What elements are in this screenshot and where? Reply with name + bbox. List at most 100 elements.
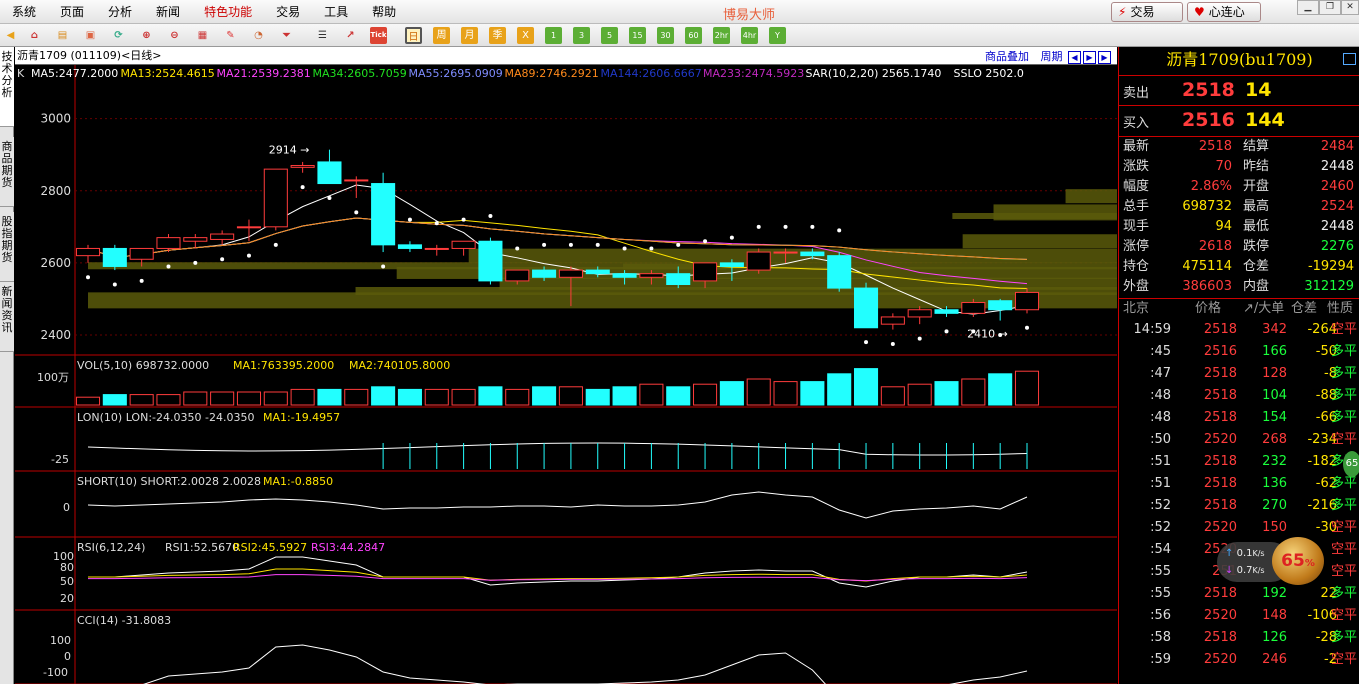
period-button-2[interactable]: 月 [461, 27, 478, 44]
chip-band [88, 262, 1117, 270]
period-button-0[interactable]: 日 [405, 27, 422, 44]
home-icon[interactable]: ⌂ [26, 27, 43, 44]
period-button-12[interactable]: 4hr [741, 27, 758, 44]
sar-dot [1025, 325, 1029, 330]
period-button-13[interactable]: Y [769, 27, 786, 44]
sar-dot [542, 242, 547, 247]
period-link[interactable]: 周期 [1041, 50, 1063, 63]
gauge-icon[interactable]: ◔ [250, 27, 267, 44]
minimize-button[interactable]: ▁ [1297, 0, 1319, 15]
heart-link-button[interactable]: ♥ 心连心 [1187, 2, 1261, 22]
candle [424, 247, 449, 250]
period-button-11[interactable]: 2hr [713, 27, 730, 44]
sar-dot [568, 242, 573, 247]
book-icon[interactable]: ▤ [54, 27, 71, 44]
menu-item-0[interactable]: 系统 [0, 0, 48, 24]
ma-legend-item: MA34:2605.7059 [313, 67, 407, 80]
chart-title-bar: 沥青1709 (011109)<日线> 商品叠加 周期 ◀ ▶ ▶ [15, 47, 1117, 65]
rsi-axis: 20 [60, 592, 74, 605]
zoom-in-icon[interactable]: ⊕ [138, 27, 155, 44]
window-icon[interactable]: ▦ [194, 27, 211, 44]
candle [853, 287, 879, 329]
chip-band [962, 234, 1117, 249]
side-tabs: 技术分析商品期货股指期货 新闻资讯 [0, 47, 14, 684]
scroll-left-icon[interactable]: ◀ [1068, 51, 1081, 64]
restore-button[interactable]: ❐ [1319, 0, 1341, 15]
chip-band [1065, 189, 1117, 204]
rsi-label: RSI(6,12,24) [77, 541, 145, 554]
sar-dot [756, 224, 761, 229]
period-button-5[interactable]: 1 [545, 27, 562, 44]
menu-item-5[interactable]: 交易 [264, 0, 312, 24]
side-tab-1[interactable]: 商品期货 [0, 137, 14, 207]
tick-header: 北京 价格 ↗/大单 仓差 性质 [1123, 301, 1354, 316]
buy-row: 买入 2516 144 [1119, 105, 1359, 135]
side-tab-0[interactable]: 技术分析 [0, 47, 14, 127]
period-button-6[interactable]: 3 [573, 27, 590, 44]
expand-icon[interactable]: ▶ [1083, 51, 1096, 64]
period-button-10[interactable]: 60 [685, 27, 702, 44]
scroll-right-icon[interactable]: ▶ [1098, 51, 1111, 64]
quote-panel: 沥青1709(bu1709) 卖出 2518 14 买入 2516 144 最新… [1118, 47, 1359, 684]
app-title: 博易大师 [723, 8, 776, 23]
volume-bar [532, 386, 557, 406]
volume-bar [1014, 370, 1040, 406]
sar-dot [864, 340, 869, 345]
period-button-3[interactable]: 季 [489, 27, 506, 44]
sar-dot [703, 239, 708, 244]
menu-item-7[interactable]: 帮助 [360, 0, 408, 24]
lon-line [87, 442, 1028, 456]
line-chart-icon[interactable]: ↗ [342, 27, 359, 44]
sar-dot [139, 278, 144, 283]
tick-row: :48 2518 104 -88 多平 [1150, 388, 1357, 403]
period-button-1[interactable]: 周 [433, 27, 450, 44]
short-line [87, 491, 1028, 519]
volume-bar [934, 381, 959, 406]
candle [397, 244, 422, 249]
sell-volume: 14 [1245, 79, 1272, 101]
back-arrow-icon[interactable]: ◀ [2, 27, 19, 44]
side-tab-3[interactable]: 新闻资讯 [0, 282, 14, 352]
candle [478, 240, 503, 282]
price-tick: 2600 [40, 256, 71, 270]
volume-bar [478, 386, 503, 406]
side-float-ball[interactable]: 65 [1343, 451, 1359, 477]
menu-item-2[interactable]: 分析 [96, 0, 144, 24]
chart-canvas[interactable]: 3000 2800 2600 2400 K MA5:2477.2000 MA13:2524.… [15, 65, 1117, 684]
overlay-commodity-link[interactable]: 商品叠加 [985, 50, 1029, 63]
menu-item-1[interactable]: 页面 [48, 0, 96, 24]
sar-dot [488, 214, 493, 218]
candle [371, 183, 396, 246]
short-label: SHORT(10) SHORT:2.0028 2.0028 [77, 475, 261, 488]
candle [746, 251, 771, 271]
refresh-icon[interactable]: ⟳ [110, 27, 127, 44]
tick-button[interactable]: Tick [370, 27, 387, 44]
candle [317, 161, 342, 185]
pen-icon[interactable]: ✎ [222, 27, 239, 44]
sell-row: 卖出 2518 14 [1119, 75, 1359, 105]
close-button[interactable]: ✕ [1341, 0, 1359, 15]
stat-row: 总手 698732 最高 2524 [1123, 199, 1354, 214]
volume-bar [585, 388, 610, 406]
list-icon[interactable]: ☰ [314, 27, 331, 44]
trade-button[interactable]: ⚡ 交易 [1111, 2, 1183, 22]
tick-row: :56 2520 148 -106 空平 [1150, 608, 1357, 623]
filter-icon[interactable]: ⏷ [278, 27, 295, 44]
period-button-4[interactable]: X [517, 27, 534, 44]
menu-item-4[interactable]: 特色功能 [192, 0, 264, 24]
zoom-out-icon[interactable]: ⊖ [166, 27, 183, 44]
panel-toggle-icon[interactable] [1343, 53, 1356, 65]
candle [988, 300, 1013, 311]
period-button-7[interactable]: 5 [601, 27, 618, 44]
menu-item-3[interactable]: 新闻 [144, 0, 192, 24]
network-speed-widget[interactable]: ↑ 0.1K/s ↓ 0.7K/s 65% [1217, 537, 1327, 585]
candle [263, 168, 288, 228]
low-annotation: 2410 → [967, 328, 1008, 341]
f10-icon[interactable]: ▣ [82, 27, 99, 44]
lon-label: LON(10) LON:-24.0350 -24.0350 [77, 411, 254, 424]
period-button-9[interactable]: 30 [657, 27, 674, 44]
period-button-8[interactable]: 15 [629, 27, 646, 44]
candle [236, 226, 262, 229]
menu-item-6[interactable]: 工具 [312, 0, 360, 24]
side-tab-2[interactable]: 股指期货 [0, 212, 14, 282]
